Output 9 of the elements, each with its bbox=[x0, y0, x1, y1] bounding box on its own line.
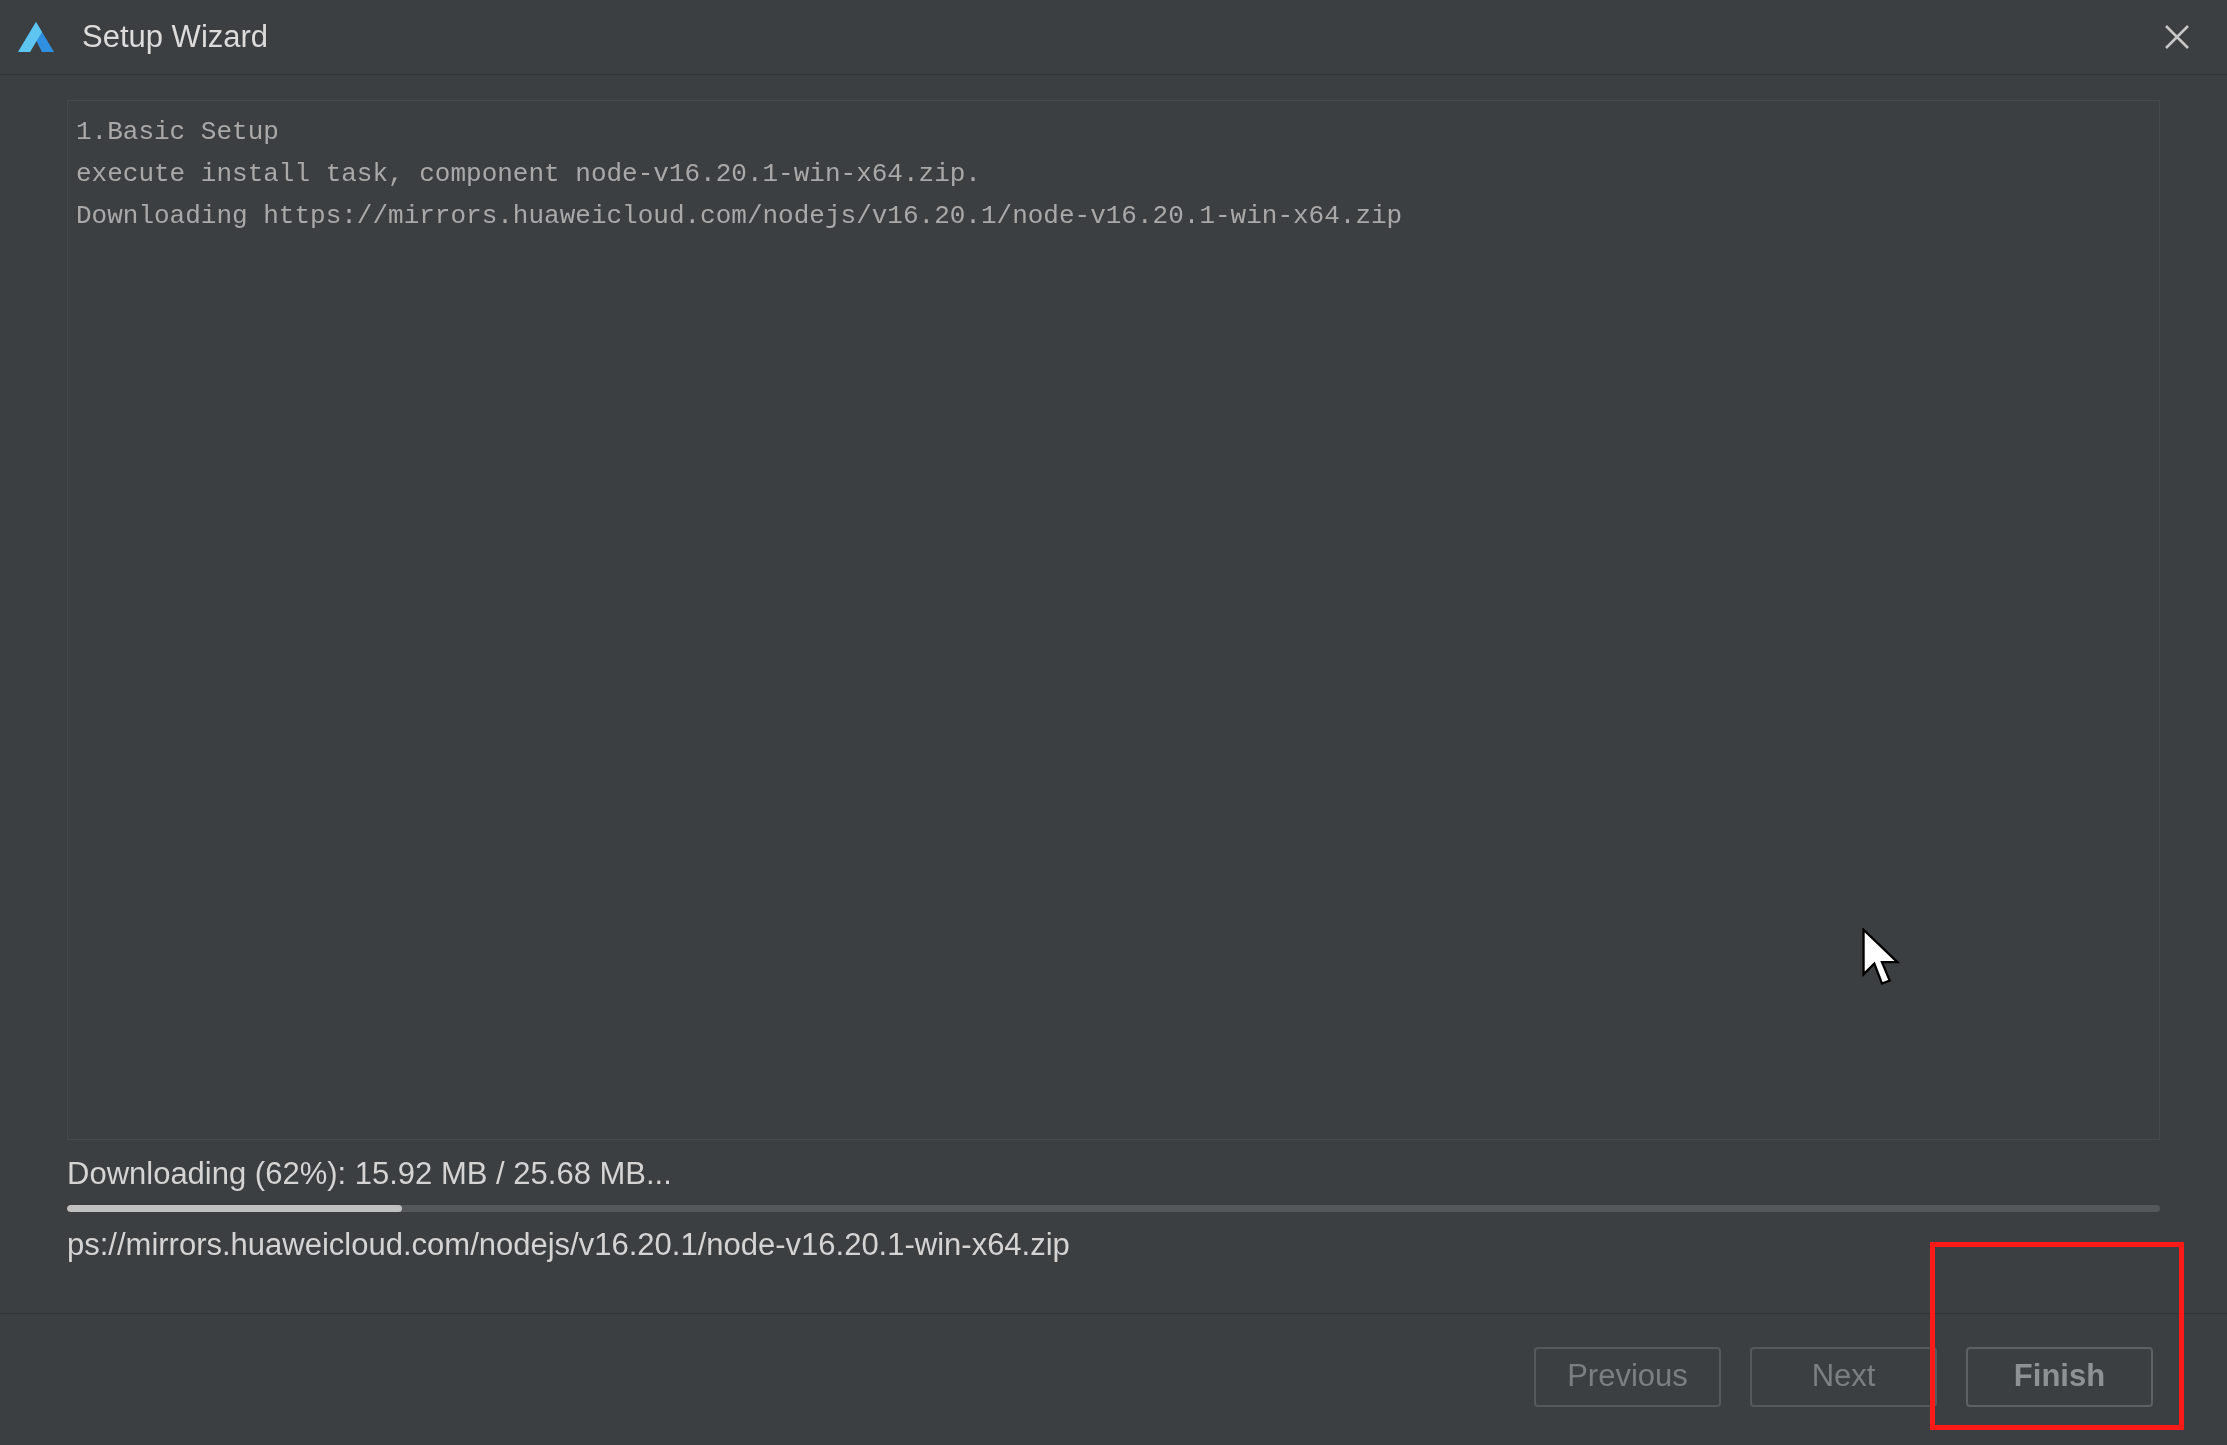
window-title: Setup Wizard bbox=[82, 17, 269, 56]
log-line: 1.Basic Setup bbox=[76, 117, 280, 148]
triangle-logo-icon bbox=[16, 20, 56, 54]
wizard-button[interactable]: Finish bbox=[1966, 1346, 2153, 1407]
log-line: Downloading https://mirrors.huaweicloud.com/nodejs/v16.20.1/node-v16.20.1-win-x64.zip bbox=[76, 201, 1404, 232]
close-icon[interactable] bbox=[2163, 23, 2191, 51]
progress-status: Downloading (62%): 15.92 MB / 25.68 MB... bbox=[67, 1155, 673, 1193]
progress-detail: ps://mirrors.huaweicloud.com/nodejs/v16.20.1/node-v16.20.1-win-x64.zip bbox=[67, 1226, 1071, 1264]
log-line: execute install task, component node-v16.20.1-win-x64.zip. bbox=[76, 159, 982, 190]
